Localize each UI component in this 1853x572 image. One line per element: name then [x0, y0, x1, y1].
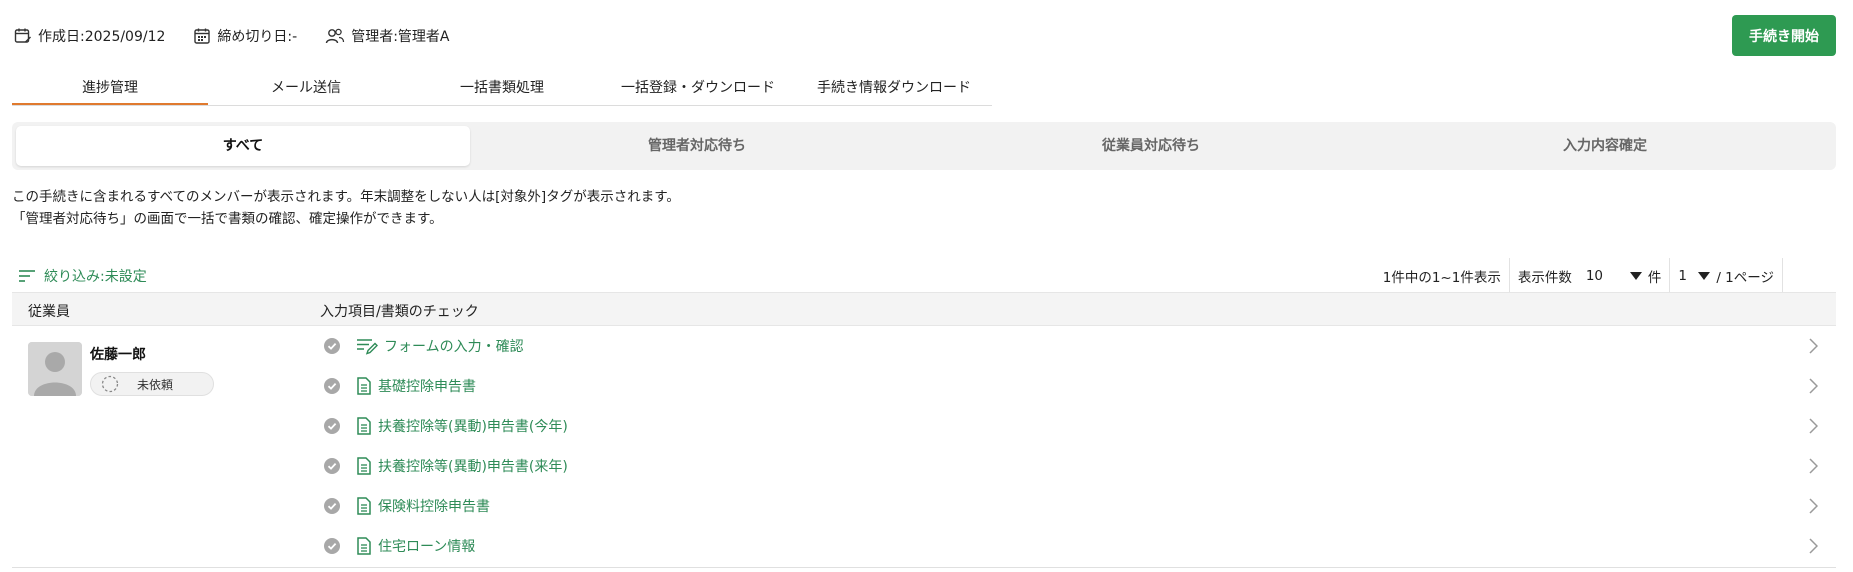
- calendar-icon: [194, 28, 211, 44]
- chevron-right-icon: [1809, 378, 1818, 394]
- person-placeholder-icon: [28, 342, 82, 396]
- tab-procedure-info-download[interactable]: 手続き情報ダウンロード: [796, 72, 992, 105]
- avatar: [28, 342, 82, 396]
- description-line-2: 「管理者対応待ち」の画面で一括で書類の確認、確定操作ができます。: [12, 211, 443, 227]
- document-icon: [357, 377, 371, 395]
- pending-circle-icon: [101, 375, 119, 393]
- check-label: 保険料控除申告書: [378, 499, 490, 515]
- tab-description: この手続きに含まれるすべてのメンバーが表示されます。年末調整をしない人は[対象外…: [12, 186, 680, 230]
- check-circle-icon: [324, 378, 340, 394]
- table-header: 従業員 入力項目/書類のチェック: [12, 292, 1836, 326]
- pager-divider: [1782, 258, 1783, 294]
- chevron-right-icon: [1809, 538, 1818, 554]
- filter-label: 絞り込み:未設定: [44, 269, 147, 285]
- document-icon: [357, 457, 371, 475]
- check-row-dependent-this-year[interactable]: 扶養控除等(異動)申告書(今年): [320, 406, 1836, 446]
- tab-bulk-register-download[interactable]: 一括登録・ダウンロード: [600, 72, 796, 105]
- filter-tab-employee-pending[interactable]: 従業員対応待ち: [924, 126, 1378, 166]
- check-circle-icon: [324, 498, 340, 514]
- caret-down-icon: [1698, 272, 1711, 280]
- created-date: 作成日:2025/09/12: [14, 26, 165, 46]
- check-circle-icon: [324, 338, 340, 354]
- check-label: 基礎控除申告書: [378, 379, 476, 395]
- document-icon: [357, 497, 371, 515]
- check-circle-icon: [324, 458, 340, 474]
- column-employee: 従業員: [28, 304, 70, 320]
- filter-lines-icon: [19, 270, 35, 282]
- row-divider: [12, 567, 1836, 568]
- form-edit-icon: [357, 339, 378, 355]
- check-row-housing-loan[interactable]: 住宅ローン情報: [320, 526, 1836, 566]
- chevron-right-icon: [1809, 458, 1818, 474]
- check-label: 扶養控除等(異動)申告書(来年): [378, 459, 568, 475]
- tab-bulk-documents[interactable]: 一括書類処理: [404, 72, 600, 105]
- per-page-select[interactable]: 10: [1586, 268, 1646, 284]
- manager-text: 管理者:管理者A: [351, 29, 450, 45]
- check-label: 扶養控除等(異動)申告書(今年): [378, 419, 568, 435]
- tab-progress[interactable]: 進捗管理: [12, 72, 208, 105]
- chevron-right-icon: [1809, 418, 1818, 434]
- status-badge: 未依頼: [90, 372, 214, 396]
- chevron-right-icon: [1809, 338, 1818, 354]
- per-page-unit: 件: [1647, 270, 1662, 286]
- check-row-dependent-next-year[interactable]: 扶養控除等(異動)申告書(来年): [320, 446, 1836, 486]
- description-line-1: この手続きに含まれるすべてのメンバーが表示されます。年末調整をしない人は[対象外…: [12, 189, 680, 205]
- check-label: フォームの入力・確認: [384, 339, 524, 355]
- check-label: 住宅ローン情報: [378, 539, 476, 555]
- check-circle-icon: [324, 538, 340, 554]
- pager-divider: [1508, 258, 1510, 294]
- pager-divider: [1669, 258, 1671, 294]
- tab-send-mail[interactable]: メール送信: [208, 72, 404, 105]
- check-row-form[interactable]: フォームの入力・確認: [320, 326, 1836, 366]
- start-procedure-button[interactable]: 手続き開始: [1732, 15, 1836, 56]
- procedure-meta: 作成日:2025/09/12 締め切り日:- 管理者:管理者A: [14, 24, 478, 48]
- employee-name[interactable]: 佐藤一郎: [90, 344, 146, 364]
- main-tabs: 進捗管理 メール送信 一括書類処理 一括登録・ダウンロード 手続き情報ダウンロー…: [12, 72, 992, 106]
- result-summary: 1件中の1~1件表示: [1382, 270, 1501, 286]
- manager-info: 管理者:管理者A: [325, 26, 450, 46]
- filter-tab-all[interactable]: すべて: [16, 126, 470, 166]
- per-page-value: 10: [1585, 268, 1604, 284]
- filter-button[interactable]: 絞り込み:未設定: [18, 266, 147, 286]
- caret-down-icon: [1629, 272, 1642, 280]
- column-checks: 入力項目/書類のチェック: [320, 304, 479, 320]
- deadline-date: 締め切り日:-: [193, 26, 297, 46]
- filter-tab-admin-pending[interactable]: 管理者対応待ち: [470, 126, 924, 166]
- status-text: 未依頼: [137, 377, 174, 392]
- page-total: / 1ページ: [1716, 270, 1774, 286]
- check-row-basic-deduction[interactable]: 基礎控除申告書: [320, 366, 1836, 406]
- document-icon: [357, 537, 371, 555]
- pagination: 1件中の1~1件表示 表示件数 10 件 1 / 1ページ: [1383, 258, 1791, 294]
- deadline-text: 締め切り日:-: [217, 29, 298, 45]
- per-page-label: 表示件数: [1517, 270, 1572, 286]
- page-select[interactable]: 1: [1678, 268, 1714, 284]
- page-value: 1: [1678, 268, 1687, 284]
- chevron-right-icon: [1809, 498, 1818, 514]
- users-icon: [326, 28, 345, 44]
- document-icon: [357, 417, 371, 435]
- check-circle-icon: [324, 418, 340, 434]
- created-date-text: 作成日:2025/09/12: [38, 29, 166, 45]
- filter-tab-confirmed[interactable]: 入力内容確定: [1378, 126, 1832, 166]
- check-row-insurance-deduction[interactable]: 保険料控除申告書: [320, 486, 1836, 526]
- status-filter-tabs: すべて 管理者対応待ち 従業員対応待ち 入力内容確定: [12, 122, 1836, 170]
- calendar-edit-icon: [14, 28, 31, 43]
